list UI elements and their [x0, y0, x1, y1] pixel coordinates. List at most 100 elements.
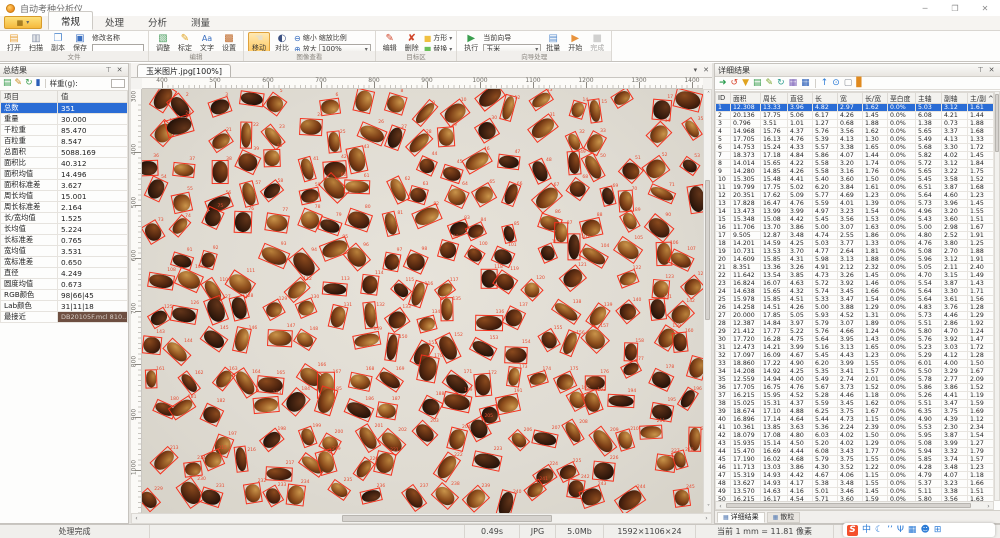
detail-row[interactable]: 614.75315.244.335.573.381.650.0%5.683.30…	[716, 144, 994, 152]
summary-row[interactable]: 周长标准差2.164	[1, 202, 128, 213]
keyboard-icon[interactable]: ▦	[908, 525, 917, 535]
summary-row[interactable]: 长均值5.224	[1, 224, 128, 235]
detail-row[interactable]: 3318.86017.224.906.203.991.550.0%6.014.0…	[716, 360, 994, 368]
detail-row[interactable]: 1015.30515.484.415.403.601.500.0%5.453.5…	[716, 176, 994, 184]
detail-row[interactable]: 4110.36113.853.635.362.242.390.0%5.532.3…	[716, 424, 994, 432]
save-button[interactable]: ▣ 保存	[70, 32, 90, 53]
detail-row[interactable]: 4913.57014.634.165.013.461.450.0%5.113.3…	[716, 488, 994, 496]
close-panel-icon[interactable]: ✕	[114, 66, 125, 74]
detail-col-6[interactable]: 长/宽	[863, 93, 888, 104]
detail-row[interactable]: 1317.82816.474.765.594.011.390.0%5.733.9…	[716, 200, 994, 208]
maximize-button[interactable]: ❐	[940, 0, 970, 16]
summary-row[interactable]: 千粒重85.470	[1, 125, 128, 136]
detail-row[interactable]: 3217.09716.094.675.454.431.230.0%5.294.1…	[716, 352, 994, 360]
detail-row[interactable]: 1220.35117.625.095.774.691.230.0%5.644.6…	[716, 192, 994, 200]
detail-row[interactable]: 2614.25814.514.265.003.881.290.0%4.833.7…	[716, 304, 994, 312]
detail-row[interactable]: 1611.70613.703.865.003.071.630.0%5.002.9…	[716, 224, 994, 232]
summary-row[interactable]: 最接近DB20105F.mcl 810...	[1, 312, 128, 323]
detail-row[interactable]: 814.01415.654.225.583.201.740.0%5.723.12…	[716, 160, 994, 168]
filter-icon[interactable]: ▼	[742, 79, 749, 88]
h-scroll-thumb[interactable]	[342, 515, 552, 522]
close-panel-icon[interactable]: ✕	[986, 66, 997, 74]
move-button[interactable]: ☚ 移动	[248, 32, 270, 53]
detail-row[interactable]: 2014.60915.854.315.983.131.880.0%5.963.1…	[716, 256, 994, 264]
close-button[interactable]: ✕	[970, 0, 1000, 16]
detail-col-2[interactable]: 周长	[761, 93, 788, 104]
start-button[interactable]: ▶ 开始	[565, 32, 585, 53]
detail-row[interactable]: 218.35113.363.264.912.122.320.0%5.052.11…	[716, 264, 994, 272]
detail-row[interactable]: 517.70516.134.765.394.131.300.0%5.494.13…	[716, 136, 994, 144]
scan-button[interactable]: ▥ 扫描	[26, 32, 46, 53]
moon-icon[interactable]: ☾	[875, 525, 883, 535]
document-tab[interactable]: 玉米图片.jpg[100%]	[137, 64, 231, 77]
detail-col-9[interactable]: 副轴	[942, 93, 968, 104]
export-excel-icon[interactable]: ▤	[3, 79, 12, 88]
search-icon[interactable]: ⊙	[832, 79, 840, 88]
detail-v-thumb[interactable]	[995, 94, 999, 152]
target-edit-button[interactable]: ✎ 编辑	[380, 32, 400, 53]
excel-edit-icon[interactable]: ✎	[766, 79, 774, 88]
detail-row[interactable]: 4611.71313.033.864.303.521.220.0%4.283.4…	[716, 464, 994, 472]
detail-row[interactable]: 2211.64213.543.854.733.261.450.0%4.703.1…	[716, 272, 994, 280]
doc-menu-icon[interactable]: ▾	[694, 66, 698, 74]
detail-row[interactable]: 1515.34815.084.425.453.561.530.0%5.433.6…	[716, 216, 994, 224]
text-button[interactable]: Aa 文字	[197, 32, 217, 53]
excel-icon[interactable]: ▤	[753, 79, 762, 88]
image-vertical-scrollbar[interactable]: ˄ ˅	[703, 89, 712, 513]
detail-row[interactable]: 914.28014.854.265.583.161.760.0%5.653.22…	[716, 168, 994, 176]
detail-row[interactable]: 414.96815.764.375.763.561.620.0%5.653.37…	[716, 128, 994, 136]
summary-row[interactable]: 百粒重8.547	[1, 136, 128, 147]
detail-row[interactable]: 2316.82416.074.635.723.921.460.0%5.543.8…	[716, 280, 994, 288]
print2-icon[interactable]: ▦	[801, 79, 810, 88]
contrast-button[interactable]: ◐ 对比	[272, 32, 292, 53]
summary-row[interactable]: 周长均值15.001	[1, 191, 128, 202]
copy-button[interactable]: ❐ 副本	[48, 32, 68, 53]
refresh-sheet-icon[interactable]: ↻	[25, 79, 33, 88]
detail-row[interactable]: 1413.47313.993.994.973.231.540.0%4.963.2…	[716, 208, 994, 216]
doc-close-icon[interactable]: ✕	[703, 66, 709, 74]
database-icon[interactable]: ▮	[36, 79, 41, 88]
detail-tab-散粒[interactable]: ▦散粒	[767, 512, 801, 523]
summary-row[interactable]: RGB颜色98|66|45	[1, 290, 128, 301]
detail-row[interactable]: 3414.20814.924.255.353.411.570.0%5.503.2…	[716, 368, 994, 376]
detail-row[interactable]: 3918.67417.104.886.253.751.670.0%6.353.7…	[716, 408, 994, 416]
chart-icon[interactable]: ▊	[856, 79, 863, 88]
summary-col-item[interactable]: 项目	[1, 91, 58, 103]
detail-row[interactable]: 4315.93515.144.505.204.021.290.0%5.083.9…	[716, 440, 994, 448]
zoom-out-button[interactable]: ⊖ 缩小	[294, 33, 317, 43]
mic-icon[interactable]: Ψ	[897, 525, 904, 535]
detail-row[interactable]: 3716.21515.954.525.284.461.180.0%5.264.4…	[716, 392, 994, 400]
scroll-left-icon[interactable]: ‹	[132, 514, 141, 523]
sogou-logo[interactable]: S	[847, 525, 858, 536]
ribbon-tab-处理[interactable]: 处理	[93, 13, 136, 30]
ribbon-tab-分析[interactable]: 分析	[136, 13, 179, 30]
detail-h-thumb[interactable]	[726, 503, 971, 508]
image-horizontal-scrollbar[interactable]: ‹ ›	[131, 513, 712, 524]
detail-col-7[interactable]: 垩白度	[888, 93, 916, 104]
detail-row[interactable]: 4715.31914.934.424.674.061.150.0%4.794.0…	[716, 472, 994, 480]
detail-col-5[interactable]: 宽	[838, 93, 863, 104]
summary-row[interactable]: 面积比40.312	[1, 158, 128, 169]
detail-row[interactable]: 2812.38714.843.975.793.071.890.0%5.512.8…	[716, 320, 994, 328]
minimize-button[interactable]: ─	[910, 0, 940, 16]
calibrate-button[interactable]: ✎ 标定	[175, 32, 195, 53]
detail-horizontal-scrollbar[interactable]: ‹ ›	[715, 501, 994, 510]
seed-image-canvas[interactable]: 1234567891011121314151617181920212223242…	[142, 89, 703, 513]
detail-row[interactable]: 3617.70516.754.765.673.731.520.0%5.863.8…	[716, 384, 994, 392]
summary-row[interactable]: 面积标准差3.627	[1, 180, 128, 191]
detail-col-3[interactable]: 直径	[788, 93, 813, 104]
detail-row[interactable]: 2414.63815.654.325.743.451.660.0%5.643.3…	[716, 288, 994, 296]
undo-icon[interactable]: ↺	[731, 79, 739, 88]
pin-icon[interactable]: ⊤	[103, 66, 114, 74]
summary-row[interactable]: 圆度均值0.673	[1, 279, 128, 290]
detail-row[interactable]: 4415.47016.694.446.083.431.770.0%5.943.3…	[716, 448, 994, 456]
print-icon[interactable]: ▦	[789, 79, 798, 88]
detail-tab-详细结果[interactable]: ▦详细结果	[717, 512, 765, 523]
grid-icon[interactable]: ⊞	[934, 525, 942, 535]
adjust-button[interactable]: ▧ 调整	[153, 32, 173, 53]
detail-row[interactable]: 3815.02515.314.375.593.451.620.0%5.513.4…	[716, 400, 994, 408]
pin-icon[interactable]: ⊤	[975, 66, 986, 74]
settings-button[interactable]: ▩ 设置	[219, 32, 239, 53]
summary-row[interactable]: 宽标准差0.650	[1, 257, 128, 268]
detail-row[interactable]: 3112.47314.213.995.163.131.650.0%5.233.0…	[716, 344, 994, 352]
